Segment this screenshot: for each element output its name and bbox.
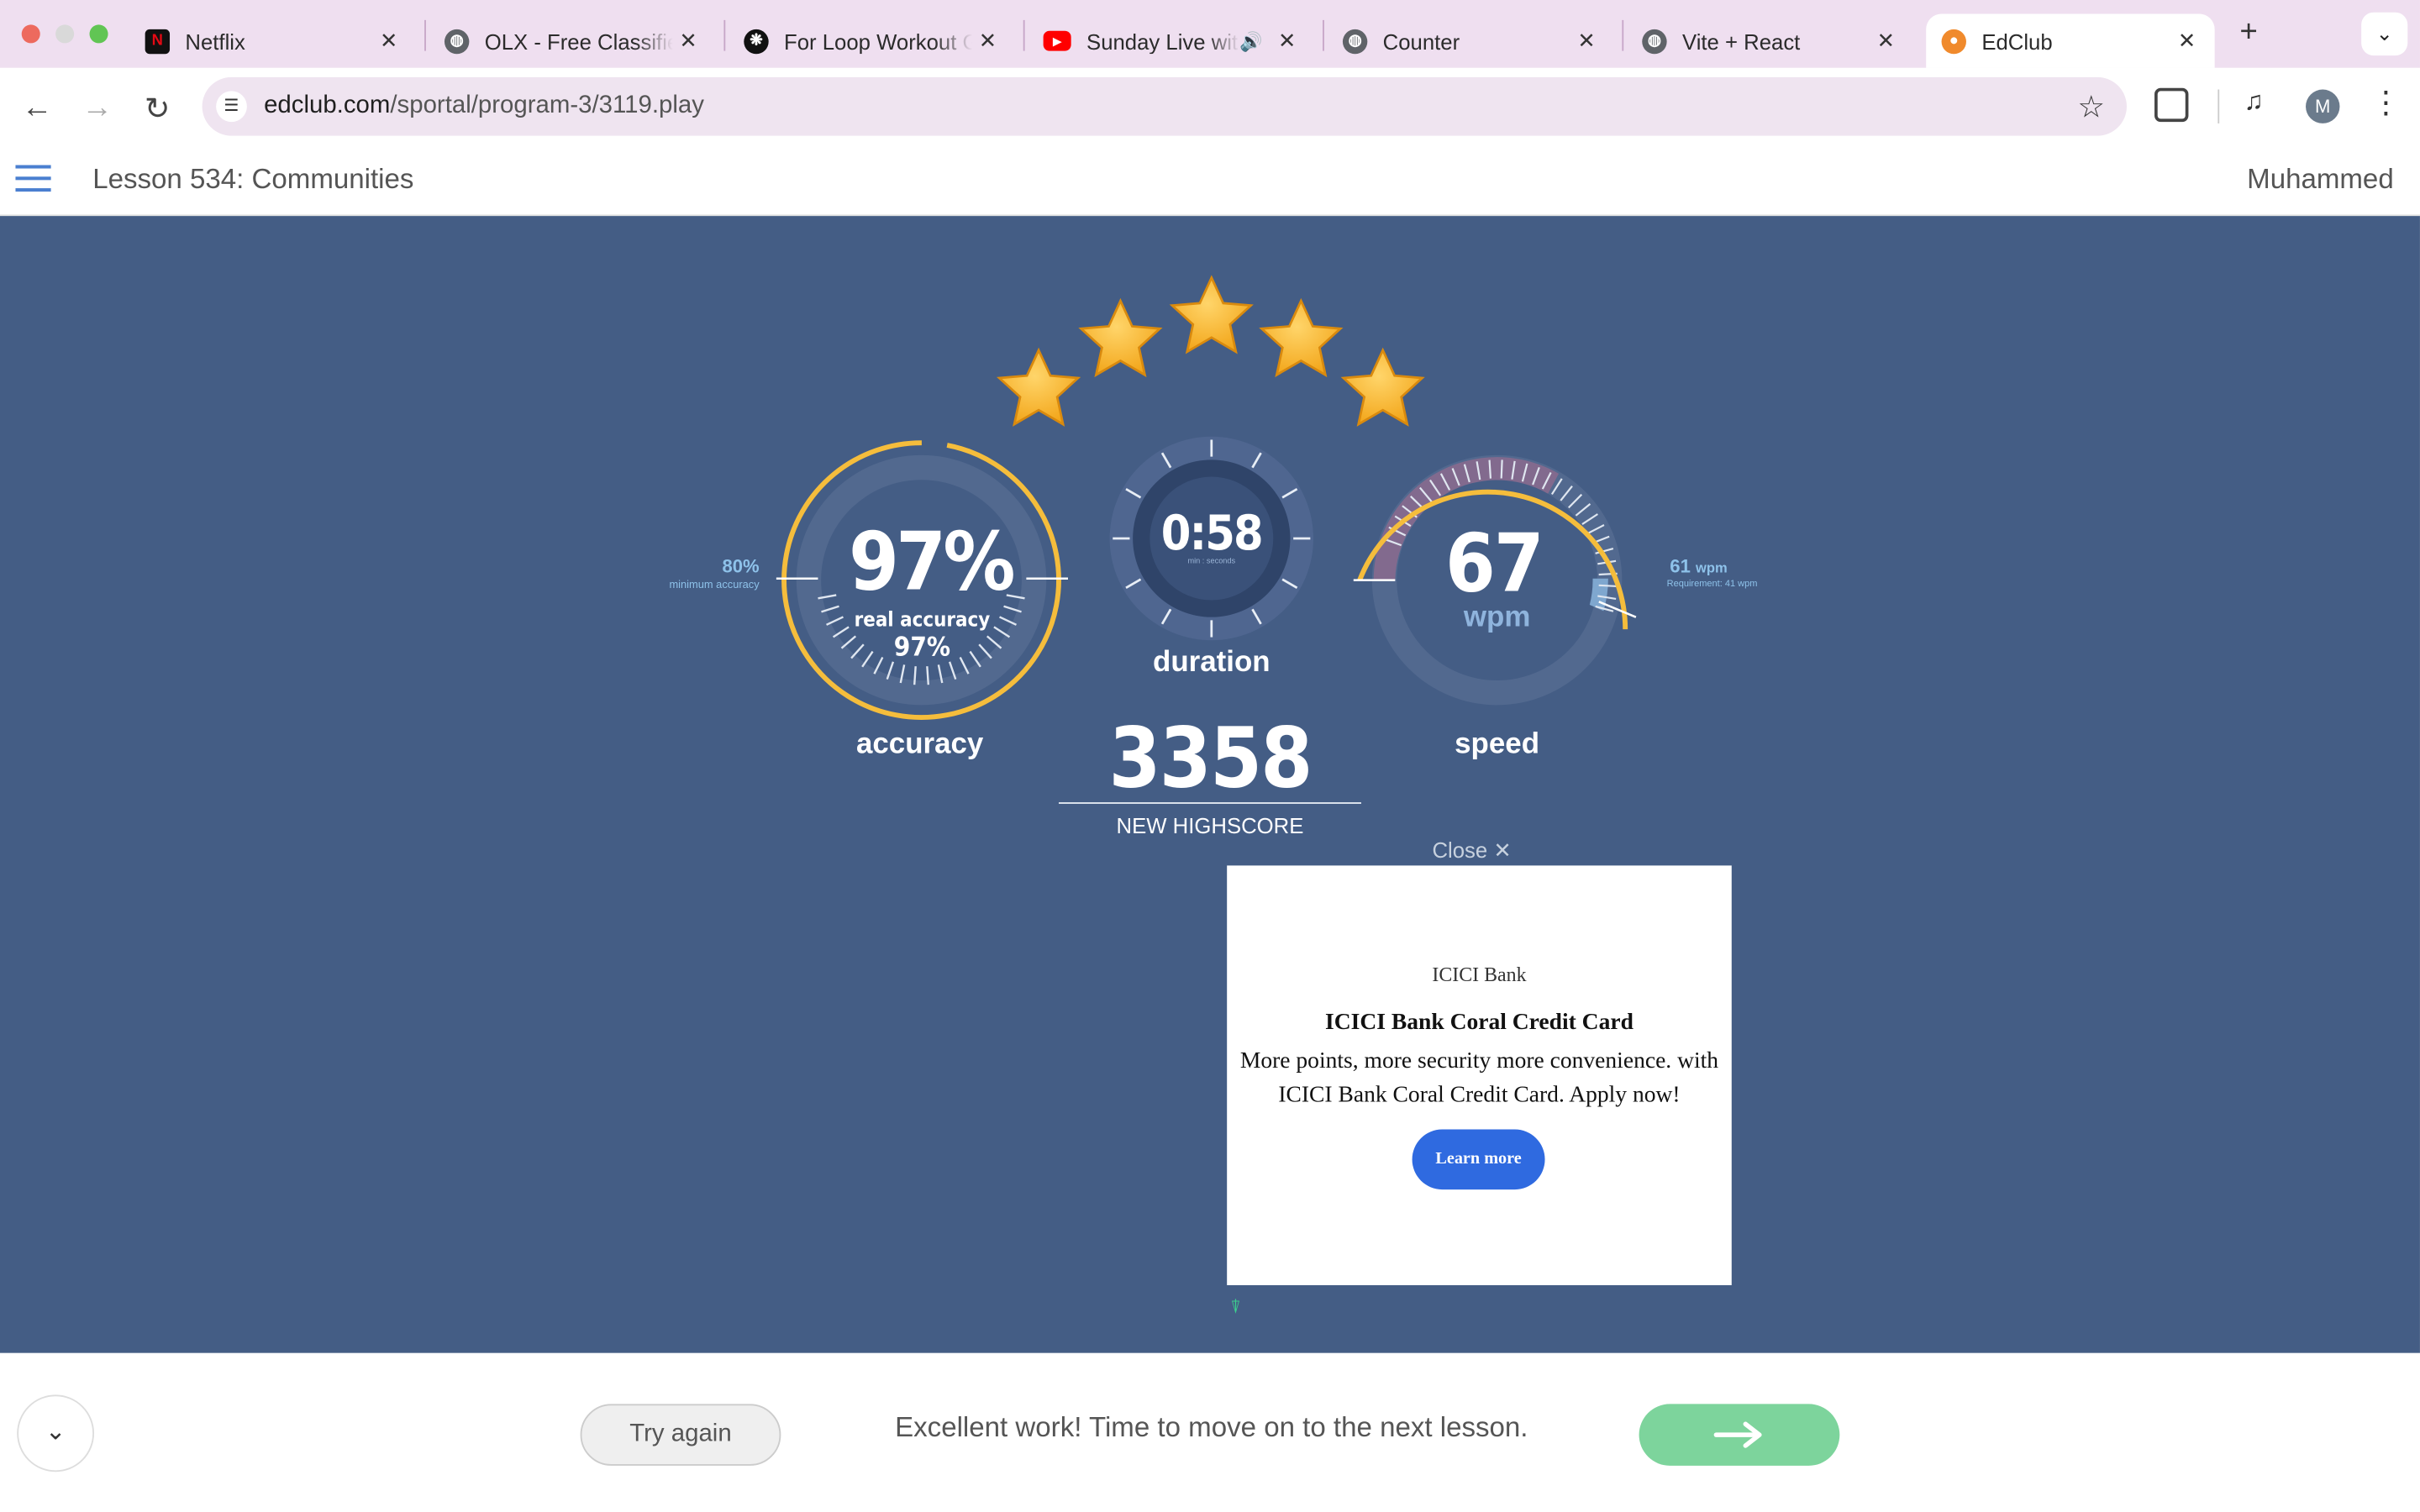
lesson-title: Lesson 534: Communities	[92, 163, 414, 195]
close-icon: ✕	[1493, 837, 1512, 863]
netflix-icon: N	[145, 28, 171, 54]
duration-value: 0:58	[1160, 506, 1264, 562]
tab-title: OLX - Free Classifieds	[484, 28, 673, 54]
tab-title: Netflix	[185, 28, 245, 54]
openai-icon: ❋	[744, 28, 769, 54]
results-panel: 97% real accuracy 97% accuracy 80% minim…	[0, 216, 2420, 1353]
profile-avatar[interactable]: M	[2306, 89, 2340, 123]
required-speed-value: 61	[1670, 555, 1691, 577]
browser-tab-strip: N Netflix ✕ ◍ OLX - Free Classifieds ✕ ❋…	[0, 0, 2420, 68]
user-name[interactable]: Muhammed	[2247, 164, 2394, 197]
speed-label: speed	[1455, 727, 1540, 761]
close-tab-icon[interactable]: ✕	[2171, 28, 2202, 54]
star-icon	[1342, 349, 1423, 426]
star-icon	[1080, 299, 1161, 376]
required-speed-unit: wpm	[1695, 559, 1728, 576]
close-tab-icon[interactable]: ✕	[673, 28, 704, 54]
tab-search-icon[interactable]: ⌄	[2361, 12, 2408, 56]
score-value: 3358	[1108, 709, 1313, 807]
new-tab-icon[interactable]: +	[2232, 15, 2265, 52]
browser-menu-icon[interactable]: ⋮	[2370, 83, 2402, 122]
url-text[interactable]: edclub.com/sportal/program-3/3119.play	[264, 92, 704, 120]
tab-title: Sunday Live with	[1086, 28, 1239, 54]
close-tab-icon[interactable]: ✕	[972, 28, 1003, 54]
window-close-button[interactable]	[21, 24, 40, 44]
ad-advertiser: ICICI Bank	[1432, 963, 1527, 986]
browser-tab-vite[interactable]: ◍ Vite + React ✕	[1627, 14, 1914, 68]
media-control-icon[interactable]: ♫	[2244, 87, 2264, 118]
ad-choices-icon[interactable]: ⍒	[1230, 1296, 1241, 1320]
tab-title: EdClub	[1981, 28, 2053, 54]
tab-title: Vite + React	[1682, 28, 1801, 54]
required-speed-label: Requirement: 41 wpm	[1666, 580, 1758, 590]
feedback-message: Excellent work! Time to move on to the n…	[895, 1411, 1528, 1443]
close-tab-icon[interactable]: ✕	[1870, 28, 1902, 54]
browser-tab-edclub[interactable]: ● EdClub ✕	[1926, 13, 2215, 68]
ad-close-button[interactable]: Close ✕	[1432, 837, 1511, 864]
star-icon	[1171, 276, 1253, 354]
reload-icon[interactable]: ↻	[136, 87, 179, 129]
edclub-icon: ●	[1941, 28, 1966, 54]
ad-headline: ICICI Bank Coral Credit Card	[1325, 1011, 1634, 1036]
try-again-button[interactable]: Try again	[580, 1404, 781, 1466]
required-speed: 61 wpm	[1670, 555, 1727, 577]
real-accuracy-label: real accuracy	[854, 609, 991, 633]
duration-label: duration	[1153, 646, 1270, 680]
app-header: Lesson 534: Communities Muhammed	[0, 146, 2420, 217]
close-tab-icon[interactable]: ✕	[1571, 28, 1602, 54]
window-zoom-button[interactable]	[89, 24, 108, 44]
ad-close-label: Close	[1432, 837, 1488, 863]
url-path: /sportal/program-3/3119.play	[390, 92, 704, 119]
minimum-accuracy-label: minimum accuracy	[669, 580, 760, 591]
browser-tab-olx[interactable]: ◍ OLX - Free Classifieds ✕	[429, 14, 717, 68]
forward-arrow-icon[interactable]: →	[76, 87, 118, 129]
accuracy-label: accuracy	[855, 727, 984, 761]
globe-icon: ◍	[1342, 28, 1368, 54]
accuracy-value: 97%	[849, 517, 1015, 610]
arrow-right-icon	[1713, 1421, 1762, 1448]
window-minimize-button[interactable]	[55, 24, 75, 44]
tab-title: For Loop Workout Guide	[784, 28, 972, 54]
next-lesson-button[interactable]	[1639, 1404, 1840, 1466]
bookmark-star-icon[interactable]: ☆	[2077, 88, 2105, 127]
score-divider	[1058, 802, 1361, 804]
site-settings-icon[interactable]: ☰	[216, 91, 247, 123]
extensions-icon[interactable]	[2154, 87, 2189, 123]
globe-icon: ◍	[444, 28, 470, 54]
speed-unit: wpm	[1463, 601, 1531, 634]
duration-unit: min : seconds	[1187, 557, 1236, 567]
star-icon	[997, 349, 1080, 426]
real-accuracy-value: 97%	[893, 633, 951, 664]
speed-value: 67	[1444, 518, 1544, 612]
star-icon	[1260, 299, 1342, 376]
speaker-icon[interactable]: 🔊	[1239, 30, 1262, 52]
browser-tab-youtube[interactable]: ▶ Sunday Live with 🔊 ✕	[1028, 14, 1315, 68]
close-tab-icon[interactable]: ✕	[1271, 28, 1302, 54]
youtube-icon: ▶	[1043, 30, 1071, 51]
collapse-chevron-icon[interactable]: ⌄	[17, 1394, 95, 1473]
hamburger-menu-icon[interactable]	[15, 164, 52, 195]
browser-tab-netflix[interactable]: N Netflix ✕	[129, 14, 417, 68]
address-bar[interactable]: ☰ edclub.com/sportal/program-3/3119.play…	[202, 76, 2127, 136]
browser-tab-for-loop[interactable]: ❋ For Loop Workout Guide ✕	[729, 14, 1016, 68]
ad-banner[interactable]: ICICI Bank ICICI Bank Coral Credit Card …	[1227, 865, 1732, 1285]
ad-learn-more-button[interactable]: Learn more	[1412, 1129, 1545, 1190]
url-domain: edclub.com	[264, 92, 391, 119]
highscore-label: NEW HIGHSCORE	[1116, 812, 1304, 838]
close-tab-icon[interactable]: ✕	[373, 28, 404, 54]
ad-body: More points, more security more convenie…	[1239, 1048, 1719, 1108]
browser-toolbar: ← → ↻ ☰ edclub.com/sportal/program-3/311…	[0, 67, 2420, 147]
lesson-footer: ⌄ Try again Excellent work! Time to move…	[0, 1352, 2420, 1512]
minimum-accuracy-value: 80%	[722, 555, 760, 577]
star-rating	[997, 276, 1423, 426]
tab-title: Counter	[1382, 28, 1460, 54]
globe-icon: ◍	[1642, 28, 1667, 54]
browser-tab-counter[interactable]: ◍ Counter ✕	[1328, 14, 1615, 68]
back-arrow-icon[interactable]: ←	[15, 87, 58, 129]
